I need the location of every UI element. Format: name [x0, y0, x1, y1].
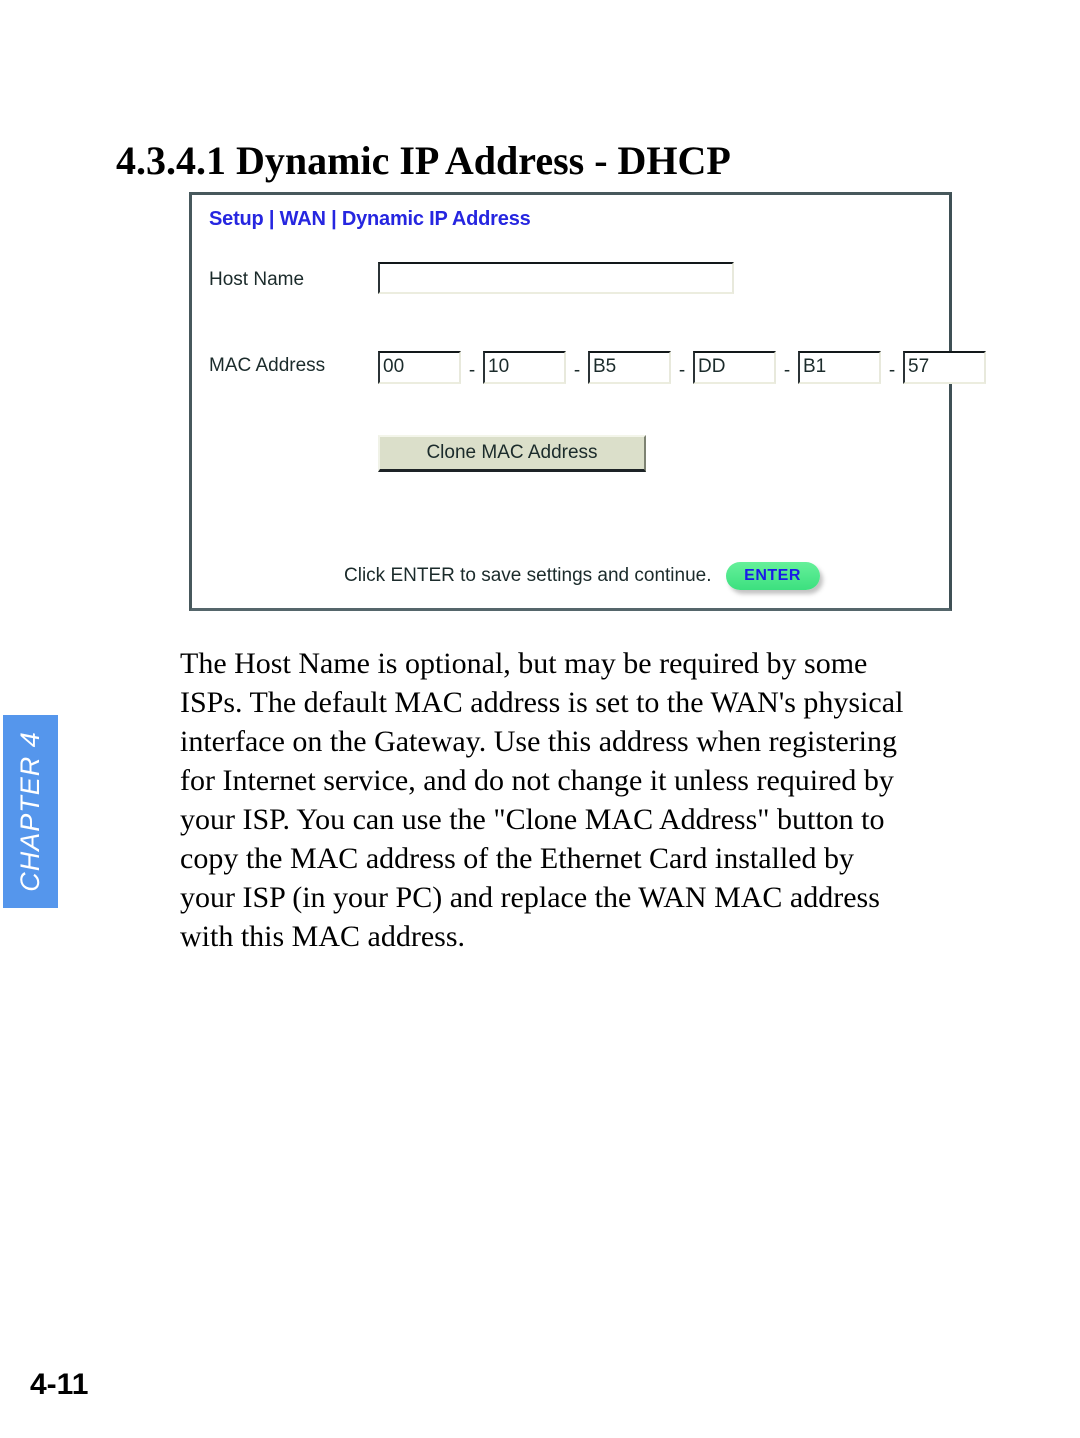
body-line: your ISP (in your PC) and replace the WA… — [180, 881, 880, 914]
mac-octet-6[interactable]: 57 — [903, 350, 986, 384]
mac-address-label: MAC Address — [209, 355, 326, 376]
chapter-tab-label: CHAPTER 4 — [15, 731, 46, 892]
enter-button-label: ENTER — [744, 567, 801, 584]
enter-hint-text: Click ENTER to save settings and continu… — [344, 565, 712, 586]
host-name-label: Host Name — [209, 269, 305, 290]
body-line: with this MAC address. — [180, 920, 465, 953]
body-line: The Host Name is optional, but may be re… — [180, 647, 868, 680]
mac-octet-2[interactable]: 10 — [483, 350, 566, 384]
body-line: ISPs. The default MAC address is set to … — [180, 686, 904, 719]
page-title: 4.3.4.1 Dynamic IP Address - DHCP — [116, 137, 731, 183]
mac-octet-1[interactable]: 00 — [378, 350, 461, 384]
mac-octet-4[interactable]: DD — [693, 350, 776, 384]
host-name-input[interactable] — [378, 262, 734, 294]
body-line: interface on the Gateway. Use this addre… — [180, 725, 897, 758]
mac-separator-4: - — [783, 359, 791, 381]
mac-address-field-group: 00 - 10 - B5 - DD - B1 - 57 — [378, 350, 986, 384]
mac-octet-5[interactable]: B1 — [798, 350, 881, 384]
mac-separator-1: - — [468, 359, 476, 381]
mac-separator-5: - — [888, 359, 896, 381]
body-paragraph: The Host Name is optional, but may be re… — [180, 644, 980, 956]
body-line: your ISP. You can use the "Clone MAC Add… — [180, 803, 885, 836]
mac-separator-2: - — [573, 359, 581, 381]
body-line: copy the MAC address of the Ethernet Car… — [180, 842, 855, 875]
enter-button[interactable]: ENTER — [725, 562, 820, 590]
enter-row: Click ENTER to save settings and continu… — [344, 562, 820, 590]
breadcrumb: Setup | WAN | Dynamic IP Address — [209, 208, 531, 230]
chapter-tab: CHAPTER 4 — [3, 715, 58, 908]
mac-octet-3[interactable]: B5 — [588, 350, 671, 384]
mac-separator-3: - — [678, 359, 686, 381]
body-line: for Internet service, and do not change … — [180, 764, 894, 797]
clone-mac-address-button[interactable]: Clone MAC Address — [378, 435, 646, 472]
page-number: 4-11 — [30, 1368, 89, 1401]
router-ui-screenshot-panel: Setup | WAN | Dynamic IP Address Host Na… — [189, 192, 986, 611]
